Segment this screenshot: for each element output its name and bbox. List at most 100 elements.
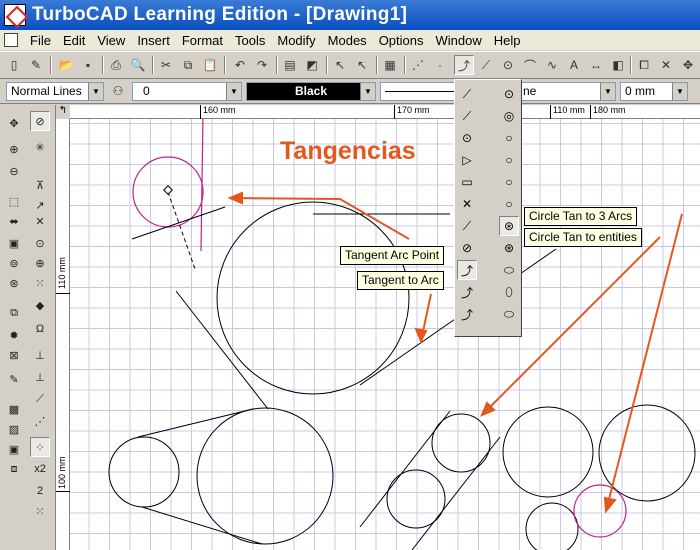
- zoom-extents-icon[interactable]: ⬌: [4, 211, 24, 231]
- snap-center-icon[interactable]: ⊙: [30, 233, 50, 253]
- radius-dashed-line[interactable]: [167, 191, 196, 270]
- tri-circle-left[interactable]: [502, 406, 594, 498]
- dimension-tool-icon[interactable]: ↔: [586, 55, 606, 75]
- layer-select[interactable]: 0 ▼: [132, 82, 242, 101]
- step-2-button[interactable]: 2: [30, 481, 50, 501]
- copy-icon[interactable]: ⧉: [178, 55, 198, 75]
- multi-line-icon[interactable]: ✕: [457, 194, 477, 214]
- circle-tan-3-arcs-icon[interactable]: ⊛: [499, 216, 519, 236]
- circle-center-icon[interactable]: ⊙: [457, 128, 477, 148]
- object-icon[interactable]: ⧈: [4, 459, 24, 479]
- concentric-circle-icon[interactable]: ◎: [499, 106, 519, 126]
- text-tool-icon[interactable]: A: [564, 55, 584, 75]
- tri-circle-right[interactable]: [598, 404, 696, 502]
- explode-icon[interactable]: ⊠: [4, 345, 24, 365]
- block-icon[interactable]: ✹: [4, 325, 24, 345]
- tri-circle-bottom[interactable]: [525, 502, 579, 550]
- belt-small-circle[interactable]: [108, 436, 180, 508]
- tangent-arc-point-icon[interactable]: ⤴: [457, 260, 477, 280]
- drawing-canvas[interactable]: [70, 119, 700, 550]
- print-preview-icon[interactable]: 🔍: [128, 55, 148, 75]
- select-arrow-icon[interactable]: ↖: [330, 55, 350, 75]
- menu-help[interactable]: Help: [488, 33, 527, 48]
- rectangle-icon[interactable]: ▭: [457, 172, 477, 192]
- tangent-to-arc-icon[interactable]: ⤴: [457, 282, 477, 302]
- line-style-select[interactable]: Normal Lines ▼: [6, 82, 104, 101]
- line-tangent-icon[interactable]: ⟋: [457, 84, 477, 104]
- snap-grid-icon[interactable]: ⁙: [30, 501, 50, 521]
- circle-tool-icon[interactable]: ⊙: [498, 55, 518, 75]
- properties-icon[interactable]: ▤: [280, 55, 300, 75]
- ellipse-axis-icon[interactable]: ⬭: [499, 304, 519, 324]
- menu-modes[interactable]: Modes: [322, 33, 373, 48]
- open-folder-icon[interactable]: 📂: [56, 55, 76, 75]
- point-tool-icon[interactable]: ·: [430, 55, 450, 75]
- menu-modify[interactable]: Modify: [271, 33, 321, 48]
- chevron-down-icon[interactable]: ▼: [360, 83, 375, 100]
- line-polyline-icon[interactable]: ⟋: [457, 106, 477, 126]
- zoom-out-icon[interactable]: ⊖: [4, 161, 24, 181]
- chevron-down-icon[interactable]: ▼: [600, 83, 615, 100]
- polygon-icon[interactable]: ▷: [457, 150, 477, 170]
- ruler-corner-icon[interactable]: ↰: [56, 105, 70, 119]
- line-angle-icon[interactable]: ⟋: [457, 216, 477, 236]
- menu-tools[interactable]: Tools: [229, 33, 271, 48]
- chevron-down-icon[interactable]: ▼: [226, 83, 241, 100]
- document-icon[interactable]: [4, 33, 18, 47]
- cut-icon[interactable]: ✂: [156, 55, 176, 75]
- zoom-window-icon[interactable]: ⬚: [4, 191, 24, 211]
- move-icon[interactable]: ✥: [4, 113, 24, 133]
- pencil-icon[interactable]: ✎: [4, 369, 24, 389]
- parallel-line-right[interactable]: [411, 436, 501, 550]
- menu-view[interactable]: View: [91, 33, 131, 48]
- snap-quadrant-icon[interactable]: ⊕: [30, 253, 50, 273]
- menu-window[interactable]: Window: [430, 33, 488, 48]
- circle-point-icon[interactable]: ⊙: [499, 84, 519, 104]
- tangent-line-tool-icon[interactable]: ⟋: [476, 55, 496, 75]
- menu-file[interactable]: File: [24, 33, 57, 48]
- curve-tool-icon[interactable]: ∿: [542, 55, 562, 75]
- group-icon[interactable]: ⧉: [4, 303, 24, 323]
- turbocad-app-icon[interactable]: [4, 4, 26, 26]
- menu-options[interactable]: Options: [373, 33, 430, 48]
- layer-icon[interactable]: ⚇: [108, 81, 128, 101]
- menu-format[interactable]: Format: [176, 33, 229, 48]
- circle-tan-3-arcs-result[interactable]: [573, 484, 627, 538]
- multiply-x2-button[interactable]: x2: [30, 459, 50, 479]
- zoom-in-icon[interactable]: ⊕: [4, 139, 24, 159]
- copy-object-icon[interactable]: ⧠: [634, 55, 654, 75]
- tangent-arc-tool-icon[interactable]: ⤴: [454, 55, 474, 75]
- table-icon[interactable]: ▦: [380, 55, 400, 75]
- belt-large-circle[interactable]: [196, 407, 334, 545]
- circle-tan-entities-icon[interactable]: ⊛: [499, 238, 519, 258]
- select-tool-icon[interactable]: ⊘: [30, 111, 50, 131]
- magnet-icon[interactable]: Ω: [30, 319, 50, 339]
- print-icon[interactable]: ⎙: [106, 55, 126, 75]
- chevron-down-icon[interactable]: ▼: [88, 83, 103, 100]
- paste-icon[interactable]: 📋: [200, 55, 220, 75]
- zoom-previous-icon[interactable]: ⊚: [4, 253, 24, 273]
- snap-midpoint-icon[interactable]: ⋰: [30, 411, 50, 431]
- select-edit-icon[interactable]: ↖: [352, 55, 372, 75]
- ellipse-rotated-icon[interactable]: ⬯: [499, 282, 519, 302]
- circle-2-points-icon[interactable]: ○: [499, 150, 519, 170]
- delete-icon[interactable]: ✕: [656, 55, 676, 75]
- tangent-from-point-icon[interactable]: ⤴: [457, 304, 477, 324]
- menu-edit[interactable]: Edit: [57, 33, 91, 48]
- large-circle[interactable]: [216, 201, 410, 395]
- snap-nearest-icon[interactable]: ◆: [30, 295, 50, 315]
- snap-icon[interactable]: ✳: [30, 137, 50, 157]
- arc-tool-icon[interactable]: ⌒: [520, 55, 540, 75]
- center-marker[interactable]: [163, 185, 173, 195]
- circle-tangent-icon[interactable]: ○: [499, 194, 519, 214]
- snap-parallel-icon[interactable]: ⊥: [30, 367, 50, 387]
- ellipse-icon[interactable]: ⬭: [499, 260, 519, 280]
- circle-3-points-icon[interactable]: ○: [499, 172, 519, 192]
- chevron-down-icon[interactable]: ▼: [672, 83, 687, 100]
- circle-icon[interactable]: ○: [499, 128, 519, 148]
- new-file-icon[interactable]: ▯: [4, 55, 24, 75]
- save-icon[interactable]: ▪: [78, 55, 98, 75]
- hatch-icon[interactable]: ▨: [4, 419, 24, 439]
- circle-tangent-line-icon[interactable]: ⊘: [457, 238, 477, 258]
- line-tool-icon[interactable]: ⋰: [408, 55, 428, 75]
